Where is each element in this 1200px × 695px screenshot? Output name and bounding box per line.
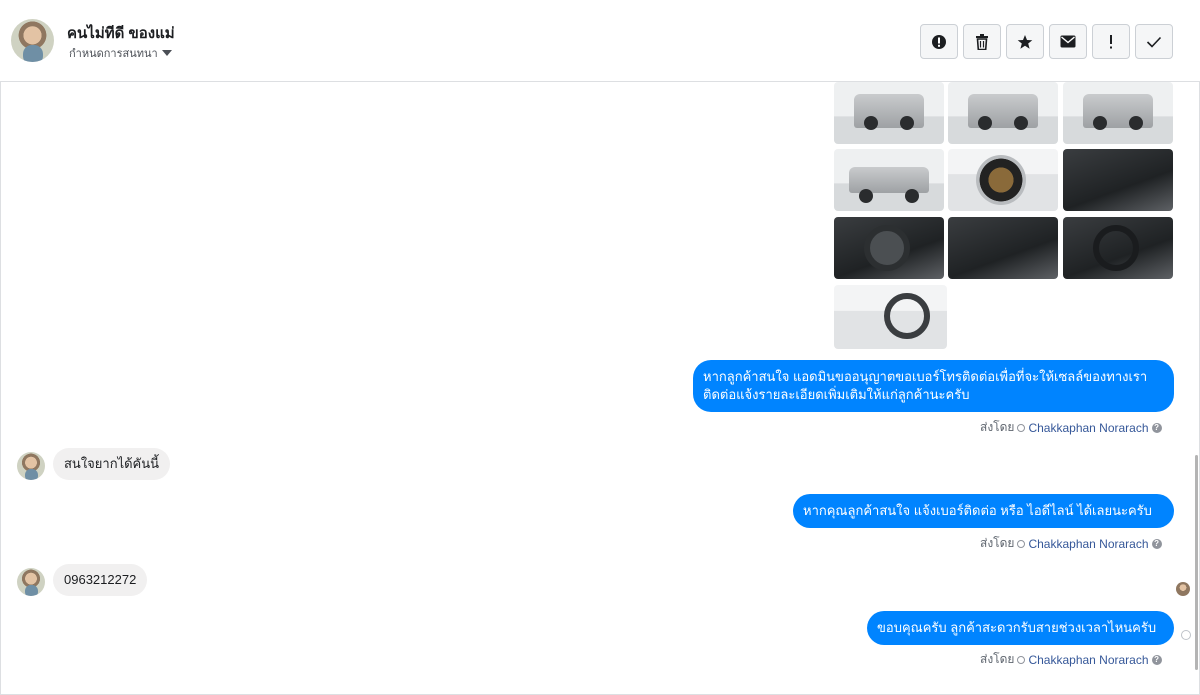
mark-unread-button[interactable] (1049, 24, 1087, 59)
agent-name-link[interactable]: Chakkaphan Norarach (1028, 537, 1148, 551)
vehicle-photo[interactable] (834, 82, 944, 144)
sent-by-info: ส่งโดย Chakkaphan Norarach ? (980, 650, 1162, 669)
help-icon[interactable]: ? (1151, 422, 1162, 433)
conversation-settings-dropdown[interactable]: กำหนดการสนทนา (69, 44, 172, 62)
sent-by-info: ส่งโดย Chakkaphan Norarach ? (980, 534, 1162, 553)
vehicle-photo[interactable] (948, 149, 1058, 211)
caret-down-icon (161, 50, 172, 56)
conversation-toolbar (920, 24, 1173, 59)
help-icon[interactable]: ? (1151, 538, 1162, 549)
alert-circle-icon (932, 34, 946, 49)
trash-icon (976, 33, 988, 50)
verified-icon (1017, 423, 1026, 432)
vehicle-photo[interactable] (834, 217, 944, 279)
envelope-icon (1060, 35, 1076, 48)
incoming-message[interactable]: สนใจยากได้คันนี้ (53, 448, 171, 480)
outgoing-message[interactable]: หากลูกค้าสนใจ แอดมินขออนุญาตขอเบอร์โทรติ… (693, 360, 1174, 412)
steering-wheel-image (1093, 225, 1139, 271)
vehicle-photo[interactable] (834, 149, 944, 211)
seen-avatar (1176, 582, 1190, 596)
pickup-truck-image (1083, 94, 1153, 130)
mark-done-button[interactable] (1135, 24, 1173, 59)
cabin-interior-image (884, 293, 930, 339)
conversation-settings-label: กำหนดการสนทนา (69, 48, 158, 60)
sent-by-label: ส่งโดย (980, 652, 1015, 666)
pickup-truck-image (854, 94, 924, 130)
contact-name[interactable]: คนไม่ทีดี ของแม่ (67, 21, 175, 45)
scrollbar[interactable] (1195, 455, 1198, 670)
vehicle-photo[interactable] (1063, 82, 1173, 144)
agent-name-link[interactable]: Chakkaphan Norarach (1028, 653, 1148, 667)
vehicle-photo[interactable] (1063, 149, 1173, 211)
vehicle-photo[interactable] (948, 217, 1058, 279)
pickup-truck-image (849, 167, 929, 203)
message-line: หากลูกค้าสนใจ แอดมินขออนุญาตขอเบอร์โทรติ… (703, 369, 1148, 384)
message-line: ขอบคุณครับ ลูกค้าสะดวกรับสายช่วงเวลาไหนค… (877, 620, 1157, 635)
star-button[interactable] (1006, 24, 1044, 59)
mark-spam-button[interactable] (1092, 24, 1130, 59)
contact-avatar[interactable] (17, 452, 45, 480)
vehicle-photo[interactable] (948, 82, 1058, 144)
verified-icon (1017, 655, 1026, 664)
contact-avatar[interactable] (17, 568, 45, 596)
help-icon[interactable]: ? (1151, 654, 1162, 665)
sent-by-label: ส่งโดย (980, 420, 1015, 434)
agent-name-link[interactable]: Chakkaphan Norarach (1028, 421, 1148, 435)
star-icon (1017, 34, 1033, 49)
sent-by-info: ส่งโดย Chakkaphan Norarach ? (980, 418, 1162, 437)
incoming-message[interactable]: 0963212272 (53, 564, 148, 596)
pickup-truck-image (968, 94, 1038, 130)
verified-icon (1017, 539, 1026, 548)
delete-button[interactable] (963, 24, 1001, 59)
message-line: ติดต่อแจ้งรายละเอียดเพิ่มเติมให้แก่ลูกค้… (703, 387, 970, 402)
vehicle-photo[interactable] (834, 285, 947, 349)
outgoing-message[interactable]: ขอบคุณครับ ลูกค้าสะดวกรับสายช่วงเวลาไหนค… (867, 611, 1174, 645)
outgoing-message[interactable]: หากคุณลูกค้าสนใจ แจ้งเบอร์ติดต่อ หรือ ไอ… (793, 494, 1174, 528)
exclamation-icon (1110, 34, 1112, 48)
message-line: หากคุณลูกค้าสนใจ แจ้งเบอร์ติดต่อ หรือ ไอ… (803, 503, 1152, 518)
sent-status-icon (1181, 630, 1191, 640)
report-button[interactable] (920, 24, 958, 59)
checkmark-icon (1146, 36, 1162, 48)
vehicle-photo[interactable] (1063, 217, 1173, 279)
sent-by-label: ส่งโดย (980, 536, 1015, 550)
conversation-header: คนไม่ทีดี ของแม่ กำหนดการสนทนา (0, 0, 1200, 82)
contact-avatar[interactable] (11, 19, 54, 62)
wheel-image (976, 155, 1026, 205)
steering-wheel-image (864, 225, 910, 271)
